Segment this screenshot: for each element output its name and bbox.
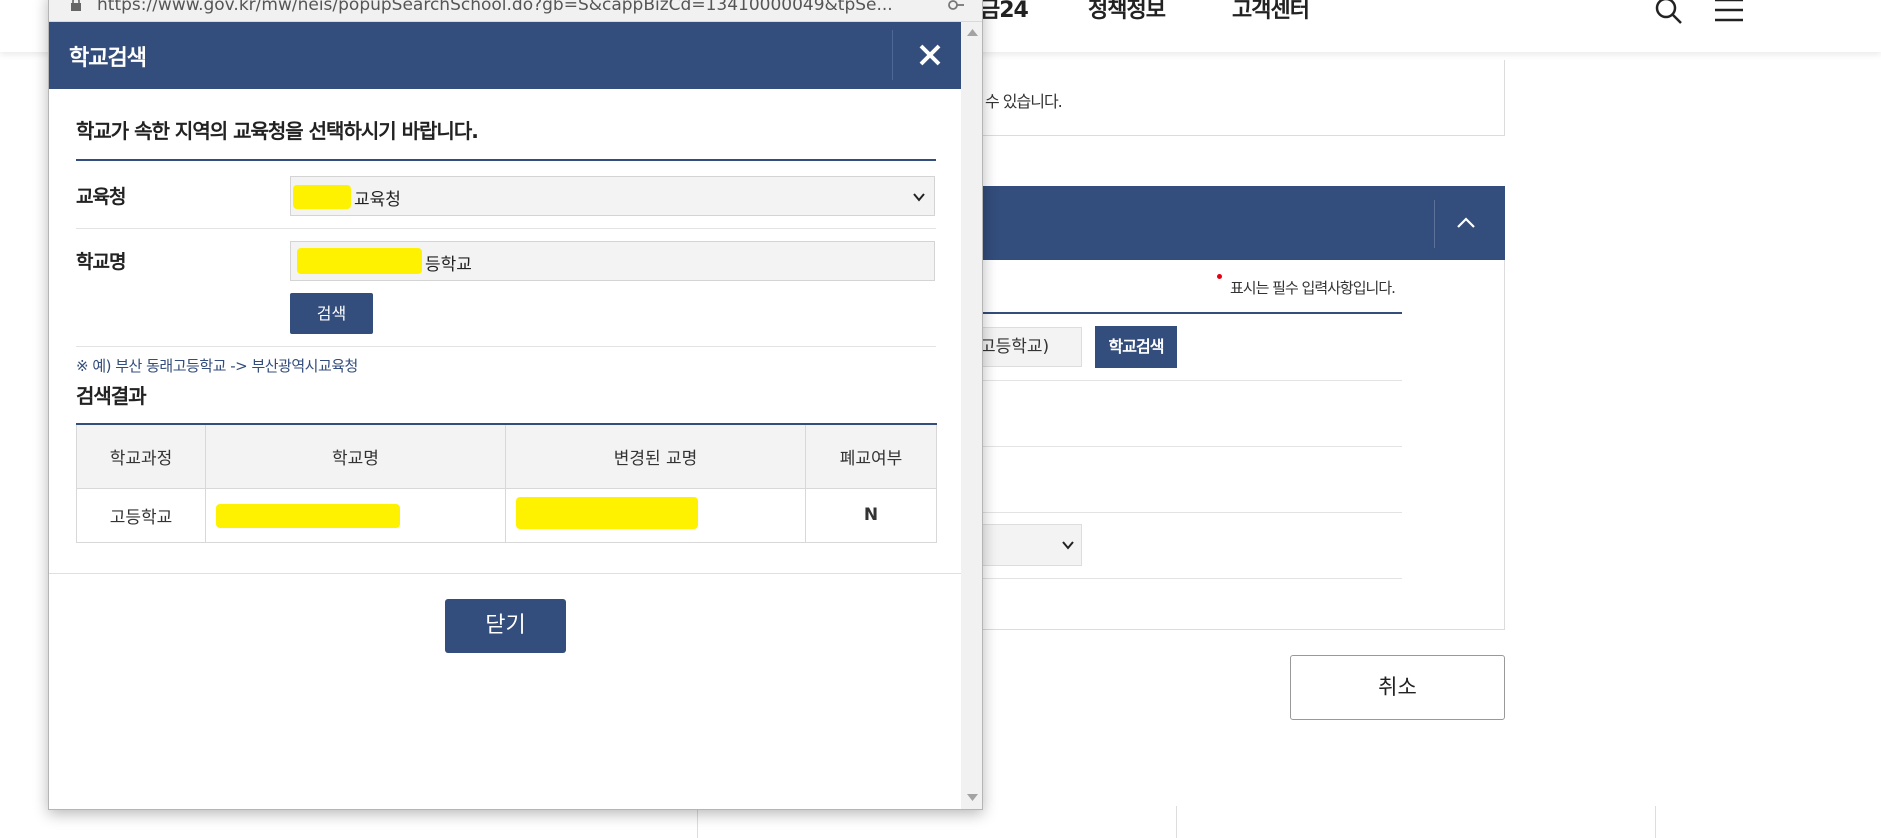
cell-course: 고등학교 bbox=[76, 487, 206, 543]
school-input[interactable]: 고등학교) bbox=[966, 327, 1082, 367]
url-text: https://www.gov.kr/mw/neis/popupSearchSc… bbox=[97, 0, 893, 15]
popup-header: 학교검색 bbox=[49, 22, 961, 89]
example-hint: ※ 예) 부산 동래고등학교 -> 부산광역시교육청 bbox=[76, 357, 358, 375]
nav-item-1[interactable]: 금24 bbox=[980, 0, 1029, 22]
close-icon[interactable] bbox=[909, 34, 951, 76]
header-divider bbox=[892, 30, 893, 80]
redacted-region bbox=[293, 185, 351, 209]
form-section bbox=[960, 260, 1505, 630]
header-closed: 폐교여부 bbox=[805, 423, 937, 489]
chevron-up-icon[interactable] bbox=[1452, 212, 1480, 234]
form-row-divider bbox=[76, 346, 936, 347]
table-header-row: 학교과정 학교명 변경된 교명 폐교여부 bbox=[76, 423, 937, 489]
menu-icon[interactable] bbox=[1712, 0, 1746, 26]
key-icon bbox=[948, 0, 964, 10]
search-icon[interactable] bbox=[1652, 0, 1686, 26]
school-name-input[interactable]: 등학교 bbox=[290, 241, 935, 281]
popup-footer-divider bbox=[49, 573, 961, 574]
header-school-name: 학교명 bbox=[205, 423, 506, 489]
close-button[interactable]: 닫기 bbox=[445, 599, 566, 653]
footer-divider bbox=[1655, 806, 1656, 838]
redacted-region bbox=[516, 496, 698, 529]
scroll-up-icon[interactable] bbox=[967, 28, 978, 36]
popup-instruction: 학교가 속한 지역의 교육청을 선택하시기 바랍니다. bbox=[76, 119, 479, 143]
school-name-value: 등학교 bbox=[425, 255, 472, 275]
form-row-divider bbox=[980, 578, 1402, 579]
form-top-line bbox=[76, 159, 936, 161]
form-row-divider bbox=[980, 446, 1402, 447]
cancel-button[interactable]: 취소 bbox=[1290, 655, 1505, 720]
table-row[interactable]: 고등학교 N bbox=[76, 487, 937, 543]
office-select-value: 교육청 bbox=[354, 190, 401, 210]
office-select[interactable]: 교육청 bbox=[290, 176, 935, 216]
form-top-line bbox=[980, 312, 1402, 314]
cell-school-name[interactable] bbox=[205, 487, 506, 543]
section-header-bar bbox=[960, 186, 1505, 260]
required-mark bbox=[1217, 274, 1222, 279]
address-bar: https://www.gov.kr/mw/neis/popupSearchSc… bbox=[49, 0, 982, 22]
section-bar-divider bbox=[1434, 200, 1435, 248]
form-row-divider bbox=[980, 380, 1402, 381]
footer-divider bbox=[697, 806, 698, 838]
chevron-down-icon bbox=[1062, 541, 1074, 550]
nav-item-policy-info[interactable]: 정책정보 bbox=[1088, 0, 1166, 22]
scroll-down-icon[interactable] bbox=[967, 794, 978, 802]
form-row-divider bbox=[980, 512, 1402, 513]
popup-title: 학교검색 bbox=[69, 46, 147, 71]
form-row-divider bbox=[76, 228, 936, 229]
redacted-region bbox=[297, 248, 422, 274]
results-title: 검색결과 bbox=[76, 384, 147, 408]
cell-changed-name bbox=[505, 487, 806, 543]
footer-divider bbox=[1176, 806, 1177, 838]
school-search-popup: https://www.gov.kr/mw/neis/popupSearchSc… bbox=[48, 0, 983, 810]
chevron-down-icon bbox=[913, 193, 925, 202]
redacted-region bbox=[216, 503, 400, 528]
office-label: 교육청 bbox=[76, 186, 126, 208]
header-changed-name: 변경된 교명 bbox=[505, 423, 806, 489]
school-search-button[interactable]: 학교검색 bbox=[1095, 326, 1177, 368]
search-button[interactable]: 검색 bbox=[290, 293, 373, 334]
scrollbar[interactable] bbox=[961, 22, 982, 809]
lock-icon bbox=[71, 0, 81, 11]
notice-text: 수 있습니다. bbox=[985, 92, 1063, 111]
school-name-label: 학교명 bbox=[76, 251, 126, 273]
nav-item-customer-center[interactable]: 고객센터 bbox=[1232, 0, 1310, 22]
header-course: 학교과정 bbox=[76, 423, 206, 489]
required-note: 표시는 필수 입력사항입니다. bbox=[1230, 279, 1396, 297]
cell-closed: N bbox=[805, 487, 937, 543]
results-table: 학교과정 학교명 변경된 교명 폐교여부 고등학교 N bbox=[76, 423, 937, 543]
